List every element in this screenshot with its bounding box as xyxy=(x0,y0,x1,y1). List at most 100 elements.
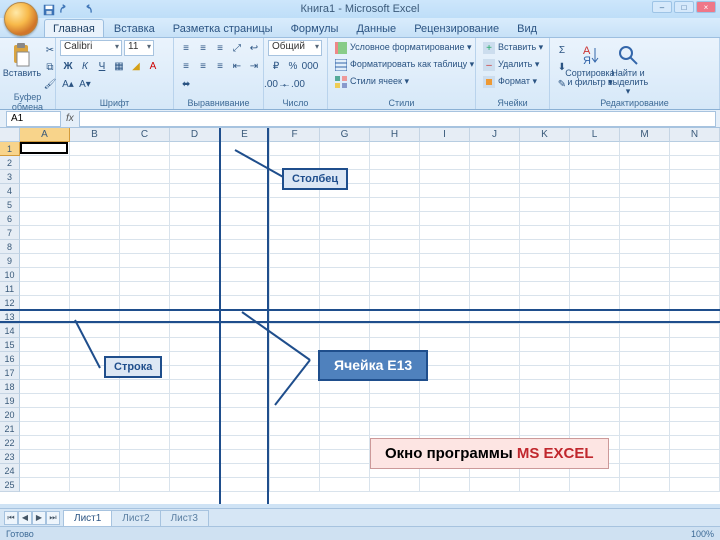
shrink-font-icon[interactable]: A▾ xyxy=(77,76,93,92)
col-header-C[interactable]: C xyxy=(120,128,170,142)
cell-H3[interactable] xyxy=(370,170,420,184)
cell-B11[interactable] xyxy=(70,282,120,296)
paste-button[interactable]: Вставить xyxy=(4,40,40,78)
cell-J20[interactable] xyxy=(470,408,520,422)
row-header-11[interactable]: 11 xyxy=(0,282,20,296)
cell-B23[interactable] xyxy=(70,450,120,464)
cell-K8[interactable] xyxy=(520,240,570,254)
cell-M2[interactable] xyxy=(620,156,670,170)
cell-D19[interactable] xyxy=(170,394,220,408)
row-header-8[interactable]: 8 xyxy=(0,240,20,254)
cell-L11[interactable] xyxy=(570,282,620,296)
cell-E10[interactable] xyxy=(220,268,270,282)
cell-G25[interactable] xyxy=(320,478,370,492)
row-header-14[interactable]: 14 xyxy=(0,324,20,338)
cell-M11[interactable] xyxy=(620,282,670,296)
cell-I20[interactable] xyxy=(420,408,470,422)
cell-styles-button[interactable]: Стили ячеек ▾ xyxy=(332,74,412,89)
select-all-corner[interactable] xyxy=(0,128,20,142)
cell-C6[interactable] xyxy=(120,212,170,226)
cell-A17[interactable] xyxy=(20,366,70,380)
cell-E9[interactable] xyxy=(220,254,270,268)
cell-A10[interactable] xyxy=(20,268,70,282)
cell-B9[interactable] xyxy=(70,254,120,268)
cell-N13[interactable] xyxy=(670,310,720,324)
cell-M23[interactable] xyxy=(620,450,670,464)
cell-H21[interactable] xyxy=(370,422,420,436)
cell-L12[interactable] xyxy=(570,296,620,310)
cell-A5[interactable] xyxy=(20,198,70,212)
sheet-tab-2[interactable]: Лист2 xyxy=(111,510,160,526)
cell-N10[interactable] xyxy=(670,268,720,282)
cell-A11[interactable] xyxy=(20,282,70,296)
align-right-icon[interactable]: ≡ xyxy=(212,58,228,74)
cell-C18[interactable] xyxy=(120,380,170,394)
cell-D10[interactable] xyxy=(170,268,220,282)
tab-data[interactable]: Данные xyxy=(348,20,404,37)
cell-B22[interactable] xyxy=(70,436,120,450)
cell-N16[interactable] xyxy=(670,352,720,366)
cell-D11[interactable] xyxy=(170,282,220,296)
cell-D2[interactable] xyxy=(170,156,220,170)
font-name-combo[interactable]: Calibri xyxy=(60,40,122,56)
cell-E24[interactable] xyxy=(220,464,270,478)
minimize-button[interactable]: – xyxy=(652,1,672,13)
row-header-16[interactable]: 16 xyxy=(0,352,20,366)
cell-K19[interactable] xyxy=(520,394,570,408)
cell-K13[interactable] xyxy=(520,310,570,324)
cell-C15[interactable] xyxy=(120,338,170,352)
cell-A1[interactable] xyxy=(20,142,70,156)
cell-N4[interactable] xyxy=(670,184,720,198)
cell-H19[interactable] xyxy=(370,394,420,408)
cell-L9[interactable] xyxy=(570,254,620,268)
cell-I14[interactable] xyxy=(420,324,470,338)
cell-C14[interactable] xyxy=(120,324,170,338)
cell-C4[interactable] xyxy=(120,184,170,198)
row-header-13[interactable]: 13 xyxy=(0,310,20,324)
cell-I3[interactable] xyxy=(420,170,470,184)
sheet-nav-prev[interactable]: ◀ xyxy=(18,511,32,525)
cell-I11[interactable] xyxy=(420,282,470,296)
cell-H5[interactable] xyxy=(370,198,420,212)
dec-decimal-icon[interactable]: ←.00 xyxy=(285,76,301,92)
cell-K6[interactable] xyxy=(520,212,570,226)
col-header-E[interactable]: E xyxy=(220,128,270,142)
cell-L3[interactable] xyxy=(570,170,620,184)
cell-B24[interactable] xyxy=(70,464,120,478)
col-header-I[interactable]: I xyxy=(420,128,470,142)
format-cells-button[interactable]: Формат ▾ xyxy=(480,74,540,89)
cell-D14[interactable] xyxy=(170,324,220,338)
redo-icon[interactable] xyxy=(78,3,92,17)
cell-E12[interactable] xyxy=(220,296,270,310)
row-header-22[interactable]: 22 xyxy=(0,436,20,450)
cell-I4[interactable] xyxy=(420,184,470,198)
underline-button[interactable]: Ч xyxy=(94,58,110,74)
cell-A19[interactable] xyxy=(20,394,70,408)
cell-F12[interactable] xyxy=(270,296,320,310)
align-left-icon[interactable]: ≡ xyxy=(178,58,194,74)
cell-D15[interactable] xyxy=(170,338,220,352)
row-header-18[interactable]: 18 xyxy=(0,380,20,394)
name-box[interactable]: A1 xyxy=(6,111,61,127)
cell-A22[interactable] xyxy=(20,436,70,450)
col-header-A[interactable]: A xyxy=(20,128,70,142)
col-header-K[interactable]: K xyxy=(520,128,570,142)
cell-M5[interactable] xyxy=(620,198,670,212)
italic-button[interactable]: К xyxy=(77,58,93,74)
col-header-J[interactable]: J xyxy=(470,128,520,142)
cell-M6[interactable] xyxy=(620,212,670,226)
cell-D4[interactable] xyxy=(170,184,220,198)
cell-M3[interactable] xyxy=(620,170,670,184)
tab-home[interactable]: Главная xyxy=(44,19,104,37)
cell-A18[interactable] xyxy=(20,380,70,394)
cell-L4[interactable] xyxy=(570,184,620,198)
sheet-nav-last[interactable]: ⏭ xyxy=(46,511,60,525)
autosum-icon[interactable]: Σ xyxy=(554,42,570,58)
orientation-icon[interactable]: ⤢ xyxy=(229,40,245,56)
cell-D25[interactable] xyxy=(170,478,220,492)
cell-E20[interactable] xyxy=(220,408,270,422)
grow-font-icon[interactable]: A▴ xyxy=(60,76,76,92)
cell-G24[interactable] xyxy=(320,464,370,478)
cell-C7[interactable] xyxy=(120,226,170,240)
cell-B5[interactable] xyxy=(70,198,120,212)
